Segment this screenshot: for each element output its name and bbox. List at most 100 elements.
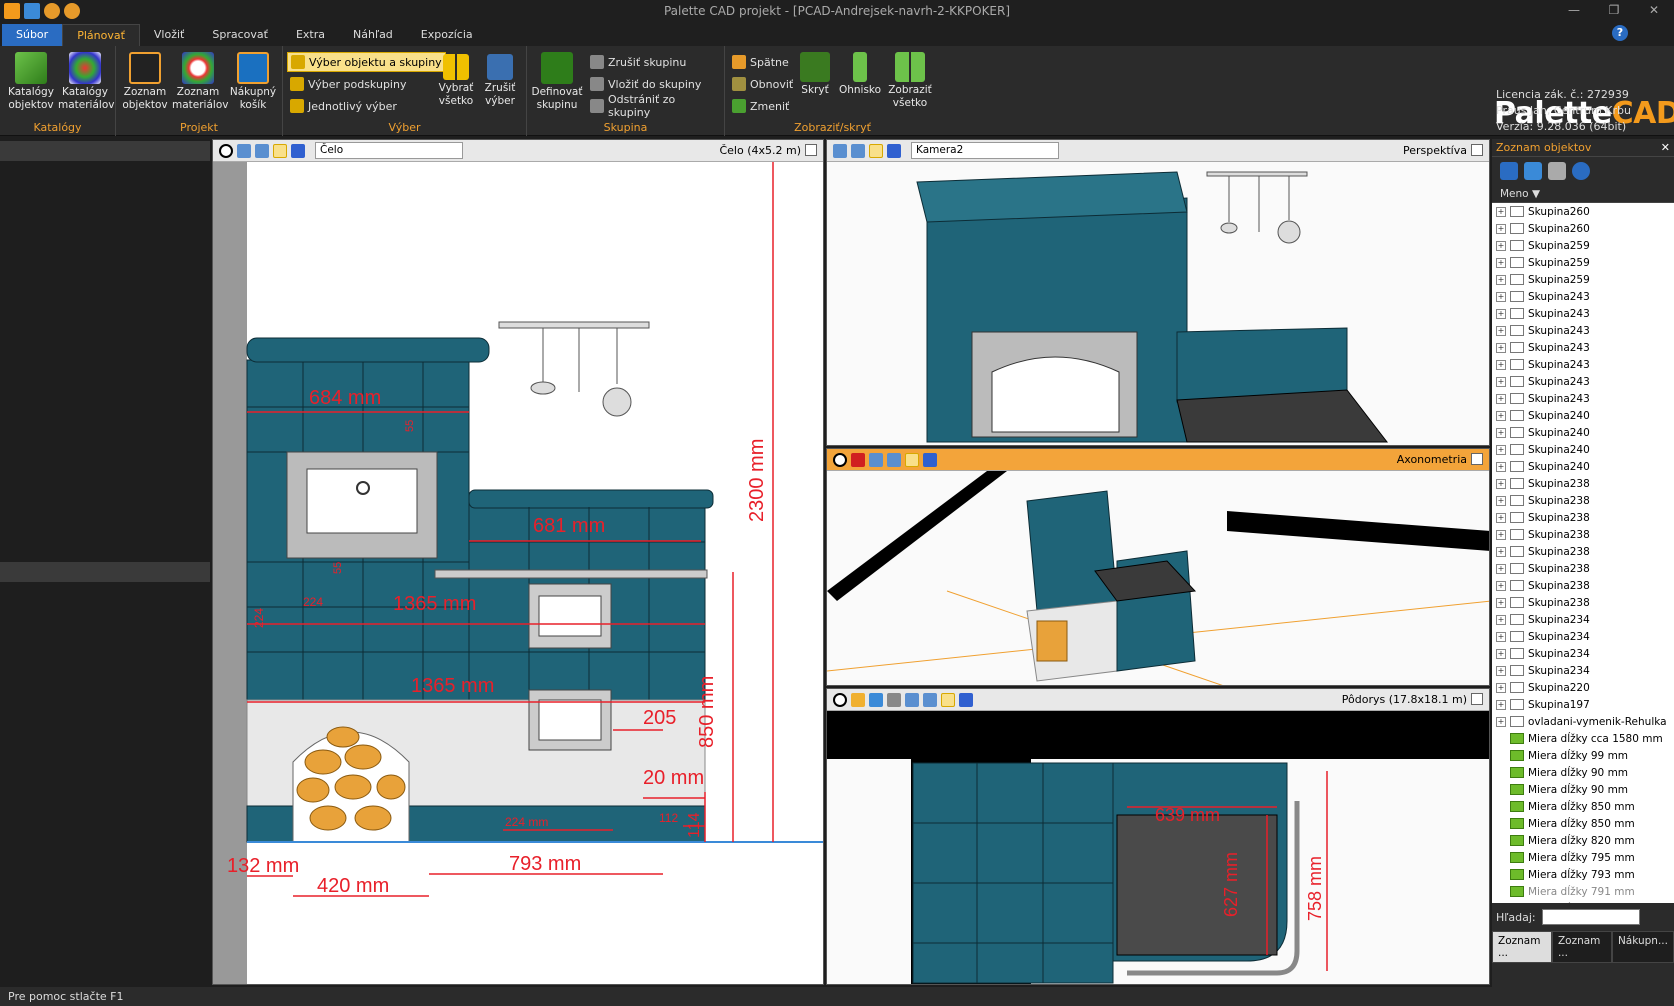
view-cube-icon[interactable] <box>905 692 919 707</box>
expand-icon[interactable]: + <box>1496 427 1506 438</box>
expand-icon[interactable]: + <box>1496 410 1506 421</box>
tree-item-group[interactable]: + Skupina243 <box>1492 390 1674 407</box>
layer-icon[interactable] <box>851 692 865 707</box>
save-icon[interactable] <box>24 3 40 19</box>
zoznam-objektov-button[interactable]: Zoznam objektov <box>122 52 168 112</box>
tree-item-group[interactable]: + Skupina243 <box>1492 356 1674 373</box>
maximize-checkbox[interactable] <box>1471 144 1483 156</box>
render-mode-icon[interactable] <box>291 143 305 158</box>
search-input[interactable] <box>1541 909 1640 925</box>
tree-item-group[interactable]: + Skupina259 <box>1492 254 1674 271</box>
expand-icon[interactable]: + <box>1496 495 1506 506</box>
vyber-podskupiny-button[interactable]: Výber podskupiny <box>287 74 409 94</box>
tree-item-dimension[interactable]: Miera dĺžky 778 mm <box>1492 900 1674 904</box>
tag-icon[interactable] <box>1524 162 1542 180</box>
zoom-icon[interactable] <box>833 452 847 467</box>
object-tree[interactable]: + Skupina260 + Skupina260 + Skupina259 + Skupin… <box>1492 203 1674 903</box>
zrusit-skupinu-button[interactable]: Zrušiť skupinu <box>587 52 689 72</box>
expand-icon[interactable]: + <box>1496 393 1506 404</box>
tree-item-group[interactable]: + Skupina259 <box>1492 237 1674 254</box>
tab-subor[interactable]: Súbor <box>2 24 63 46</box>
vyber-objektu-button[interactable]: Výber objektu a skupiny <box>287 52 446 72</box>
expand-icon[interactable]: + <box>1496 223 1506 234</box>
wireframe-icon[interactable] <box>869 143 883 158</box>
expand-icon[interactable]: + <box>1496 359 1506 370</box>
tree-item-group[interactable]: + Skupina234 <box>1492 645 1674 662</box>
tree-item-group[interactable]: + Skupina238 <box>1492 560 1674 577</box>
tree-item-group[interactable]: + Skupina240 <box>1492 441 1674 458</box>
vlozit-do-skupiny-button[interactable]: Vložiť do skupiny <box>587 74 704 94</box>
help-icon[interactable]: ? <box>1612 25 1628 41</box>
tree-item-group[interactable]: + Skupina238 <box>1492 509 1674 526</box>
wireframe-icon[interactable] <box>273 143 287 158</box>
tree-item-group[interactable]: + Skupina238 <box>1492 594 1674 611</box>
expand-icon[interactable]: + <box>1496 376 1506 387</box>
katalogy-materialov-button[interactable]: Katalógy materiálov <box>58 52 114 112</box>
tab-vlozit[interactable]: Vložiť <box>140 24 198 46</box>
spatne-button[interactable]: Spätne <box>729 52 792 72</box>
restore-button[interactable]: ❐ <box>1594 0 1634 22</box>
expand-icon[interactable]: + <box>1496 631 1506 642</box>
skryt-button[interactable]: Skryť <box>797 52 833 97</box>
vybrat-vsetko-button[interactable]: Vybrať všetko <box>435 54 477 108</box>
expand-icon[interactable]: + <box>1496 648 1506 659</box>
tree-item-group[interactable]: + Skupina238 <box>1492 475 1674 492</box>
view-box-icon[interactable] <box>887 452 901 467</box>
odstranit-zo-skupiny-button[interactable]: Odstrániť zo skupiny <box>587 93 724 119</box>
view-box-icon[interactable] <box>255 143 269 158</box>
zoznam-materialov-button[interactable]: Zoznam materiálov <box>172 52 228 112</box>
camera-icon[interactable] <box>887 692 901 707</box>
tab-zoznam-materialov[interactable]: Zoznam ... <box>1551 931 1612 963</box>
tree-item-group[interactable]: + Skupina243 <box>1492 322 1674 339</box>
tree-item-group[interactable]: + Skupina260 <box>1492 220 1674 237</box>
tree-item-dimension[interactable]: Miera dĺžky cca 1580 mm <box>1492 730 1674 747</box>
tab-spracovat[interactable]: Spracovať <box>198 24 282 46</box>
tree-item-group[interactable]: + Skupina238 <box>1492 577 1674 594</box>
column-header-name[interactable]: Meno ▼ <box>1492 185 1674 203</box>
tree-item-dimension[interactable]: Miera dĺžky 90 mm <box>1492 764 1674 781</box>
tree-item-group[interactable]: + Skupina259 <box>1492 271 1674 288</box>
expand-icon[interactable]: + <box>1496 291 1506 302</box>
maximize-checkbox[interactable] <box>1471 453 1483 465</box>
expand-icon[interactable]: + <box>1496 614 1506 625</box>
view-select[interactable]: Čelo <box>315 142 463 159</box>
view-box-icon[interactable] <box>923 692 937 707</box>
expand-icon[interactable]: + <box>1496 461 1506 472</box>
jednotlivy-vyber-button[interactable]: Jednotlivý výber <box>287 96 400 116</box>
viewport-front[interactable]: Čelo Čelo (4x5.2 m) 684 mm 681 mm 1365 m… <box>212 139 824 985</box>
expand-icon[interactable]: + <box>1496 716 1506 727</box>
tree-item-group[interactable]: + Skupina240 <box>1492 458 1674 475</box>
zoom-icon[interactable] <box>219 143 233 158</box>
tree-item-group[interactable]: + Skupina243 <box>1492 305 1674 322</box>
expand-icon[interactable]: + <box>1496 342 1506 353</box>
expand-icon[interactable]: + <box>1496 512 1506 523</box>
render-mode-icon[interactable] <box>923 452 937 467</box>
wireframe-icon[interactable] <box>941 692 955 707</box>
expand-icon[interactable]: + <box>1496 682 1506 693</box>
tree-item-group[interactable]: + Skupina243 <box>1492 373 1674 390</box>
tree-item-group[interactable]: + Skupina234 <box>1492 628 1674 645</box>
camera-select[interactable]: Kamera2 <box>911 142 1059 159</box>
tree-item-group[interactable]: + Skupina197 <box>1492 696 1674 713</box>
definovat-skupinu-button[interactable]: Definovať skupinu <box>531 52 583 112</box>
tree-item-dimension[interactable]: Miera dĺžky 793 mm <box>1492 866 1674 883</box>
tree-item-dimension[interactable]: Miera dĺžky 795 mm <box>1492 849 1674 866</box>
view-cube-icon[interactable] <box>237 143 251 158</box>
render-mode-icon[interactable] <box>959 692 973 707</box>
obnovit-button[interactable]: Obnoviť <box>729 74 796 94</box>
render-mode-icon[interactable] <box>887 143 901 158</box>
view-box-icon[interactable] <box>851 143 865 158</box>
tab-nahlad[interactable]: Náhľad <box>339 24 407 46</box>
tab-planovat[interactable]: Plánovať <box>62 24 140 46</box>
checklist-icon[interactable] <box>1500 162 1518 180</box>
tab-zoznam-objektov[interactable]: Zoznam ... <box>1492 931 1552 963</box>
tree-item-group[interactable]: + Skupina260 <box>1492 203 1674 220</box>
tree-item-dimension[interactable]: Miera dĺžky 850 mm <box>1492 798 1674 815</box>
tree-item-group[interactable]: + Skupina240 <box>1492 424 1674 441</box>
expand-icon[interactable]: + <box>1496 240 1506 251</box>
tree-item-dimension[interactable]: Miera dĺžky 99 mm <box>1492 747 1674 764</box>
minimize-button[interactable]: — <box>1554 0 1594 22</box>
viewport-podorys[interactable]: Pôdorys (17.8x18.1 m) 639 mm 627 mm 758 … <box>826 688 1490 985</box>
tree-item-group[interactable]: + Skupina243 <box>1492 288 1674 305</box>
ohnisko-button[interactable]: Ohnisko <box>837 52 883 97</box>
